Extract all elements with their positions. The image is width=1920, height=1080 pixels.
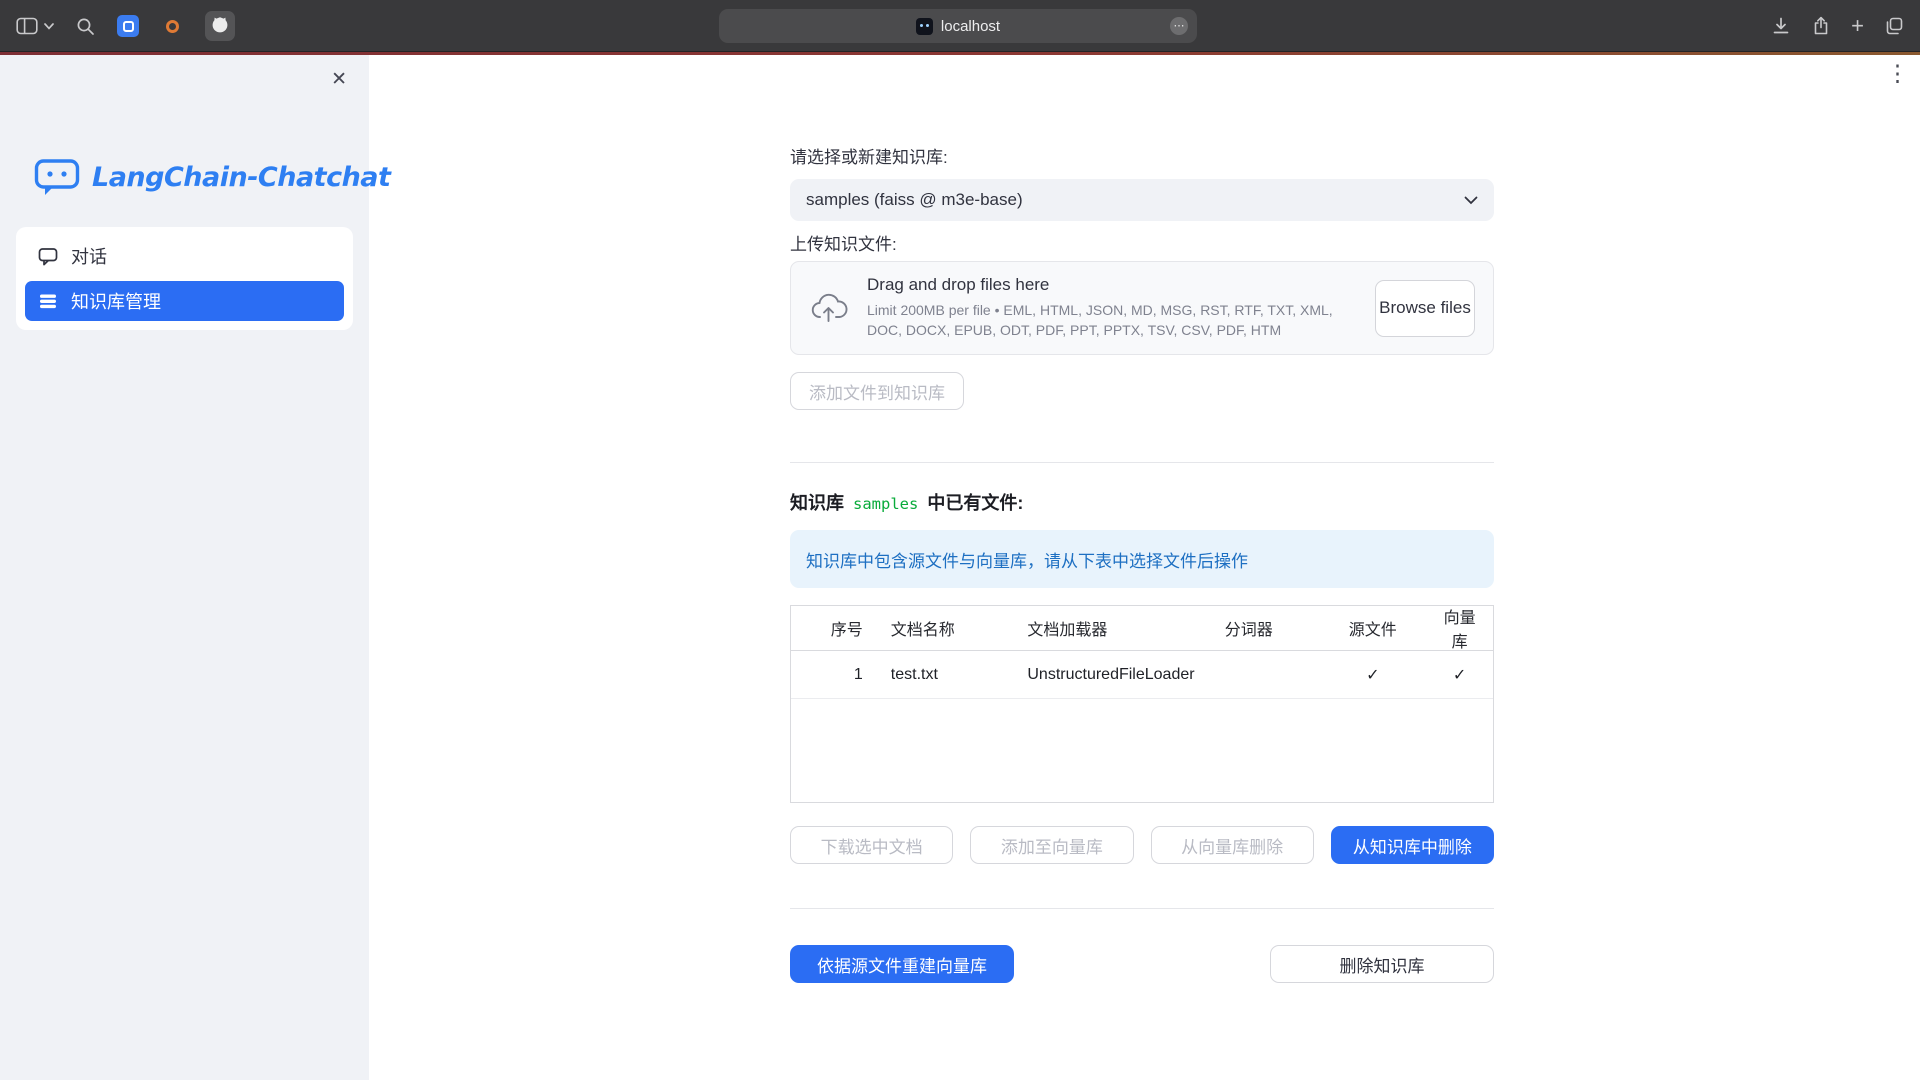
cell-loader: UnstructuredFileLoader [1013, 666, 1210, 684]
heading-suffix: 中已有文件: [927, 489, 1023, 515]
kb-files-table: 序号 文档名称 文档加载器 分词器 源文件 向量库 1 test.txt Uns… [790, 605, 1494, 803]
table-row[interactable]: 1 test.txt UnstructuredFileLoader ✓ ✓ [791, 651, 1493, 699]
chevron-down-icon [1464, 196, 1478, 205]
delete-kb-button[interactable]: 删除知识库 [1270, 945, 1494, 983]
download-icon [1771, 16, 1791, 36]
streamlit-decoration-bar [0, 52, 1920, 55]
browse-files-button[interactable]: Browse files [1375, 280, 1475, 337]
github-icon [209, 15, 231, 37]
sidebar: ✕ LangChain-Chatchat 对话 知识库管理 [0, 55, 369, 1080]
chevron-down-icon [44, 23, 54, 30]
kb-select-value: samples (faiss @ m3e-base) [806, 190, 1023, 210]
add-to-vectorstore-button[interactable]: 添加至向量库 [970, 826, 1133, 864]
cell-sourcefile-check: ✓ [1319, 665, 1426, 685]
cell-docname: test.txt [877, 666, 1014, 684]
col-header-index: 序号 [791, 616, 877, 640]
app-menu-kebab-icon[interactable]: ⋮ [1886, 60, 1909, 87]
downloads-button[interactable] [1771, 16, 1791, 36]
col-header-docname: 文档名称 [877, 616, 1014, 640]
chat-bubble-icon [38, 246, 58, 266]
kb-files-heading: 知识库 samples 中已有文件: [790, 489, 1494, 515]
search-button[interactable] [76, 17, 95, 36]
col-header-sourcefile: 源文件 [1319, 616, 1426, 640]
col-header-splitter: 分词器 [1211, 616, 1320, 640]
divider [790, 908, 1494, 909]
dropzone-limit-text: Limit 200MB per file • EML, HTML, JSON, … [867, 301, 1357, 340]
tab-overview-button[interactable] [1884, 16, 1904, 36]
remove-from-vectorstore-button[interactable]: 从向量库删除 [1151, 826, 1314, 864]
cell-vectorstore-check: ✓ [1426, 665, 1493, 685]
info-banner-text: 知识库中包含源文件与向量库，请从下表中选择文件后操作 [806, 547, 1248, 572]
col-header-vectorstore: 向量库 [1426, 604, 1493, 652]
file-dropzone[interactable]: Drag and drop files here Limit 200MB per… [790, 261, 1494, 355]
sidebar-nav: 对话 知识库管理 [16, 227, 353, 330]
sidebar-toggle-icon [16, 17, 38, 35]
app-logo: LangChain-Chatchat [34, 157, 390, 197]
table-header-row: 序号 文档名称 文档加载器 分词器 源文件 向量库 [791, 606, 1493, 651]
extension-orange-icon[interactable] [161, 15, 183, 37]
table-empty-area [791, 699, 1493, 802]
add-files-to-kb-button[interactable]: 添加文件到知识库 [790, 372, 964, 410]
rebuild-vectorstore-button[interactable]: 依据源文件重建向量库 [790, 945, 1014, 983]
github-extension-button[interactable] [205, 11, 235, 41]
kb-name-code: samples [853, 495, 918, 513]
main-content: 请选择或新建知识库: samples (faiss @ m3e-base) 上传… [790, 55, 1494, 983]
kb-actions-row: 依据源文件重建向量库 删除知识库 [790, 945, 1494, 983]
kb-select-label: 请选择或新建知识库: [790, 146, 1494, 170]
sidebar-toggle-button[interactable] [16, 17, 54, 35]
site-favicon [916, 18, 933, 35]
download-selected-button[interactable]: 下载选中文档 [790, 826, 953, 864]
kb-select[interactable]: samples (faiss @ m3e-base) [790, 179, 1494, 221]
heading-prefix: 知识库 [790, 489, 844, 515]
file-actions-row: 下载选中文档 添加至向量库 从向量库删除 从知识库中删除 [790, 826, 1494, 864]
page-extensions-icon[interactable]: ⋯ [1170, 17, 1188, 35]
logo-text: LangChain-Chatchat [92, 162, 390, 193]
address-url: localhost [941, 18, 1000, 35]
logo-chat-bubble-icon [34, 157, 80, 197]
share-button[interactable] [1811, 16, 1831, 36]
new-tab-button[interactable]: + [1851, 15, 1864, 37]
extension-blue-icon[interactable] [117, 15, 139, 37]
dropzone-instruction: Drag and drop files here [867, 275, 1357, 295]
search-icon [76, 17, 95, 36]
info-banner: 知识库中包含源文件与向量库，请从下表中选择文件后操作 [790, 530, 1494, 588]
nav-item-label: 对话 [71, 243, 107, 269]
browser-toolbar: localhost ⋯ + [0, 0, 1920, 52]
sidebar-close-button[interactable]: ✕ [331, 68, 347, 91]
col-header-loader: 文档加载器 [1013, 616, 1210, 640]
nav-item-knowledge-base[interactable]: 知识库管理 [25, 281, 344, 321]
cloud-upload-icon [809, 292, 849, 324]
cell-index: 1 [791, 666, 877, 684]
knowledge-base-icon [38, 291, 58, 311]
share-icon [1811, 16, 1831, 36]
nav-item-label: 知识库管理 [71, 288, 161, 314]
delete-from-kb-button[interactable]: 从知识库中删除 [1331, 826, 1494, 864]
address-bar[interactable]: localhost ⋯ [719, 9, 1197, 43]
divider [790, 462, 1494, 463]
nav-item-dialogue[interactable]: 对话 [25, 236, 344, 276]
upload-label: 上传知识文件: [790, 233, 1494, 257]
tabs-icon [1884, 16, 1904, 36]
